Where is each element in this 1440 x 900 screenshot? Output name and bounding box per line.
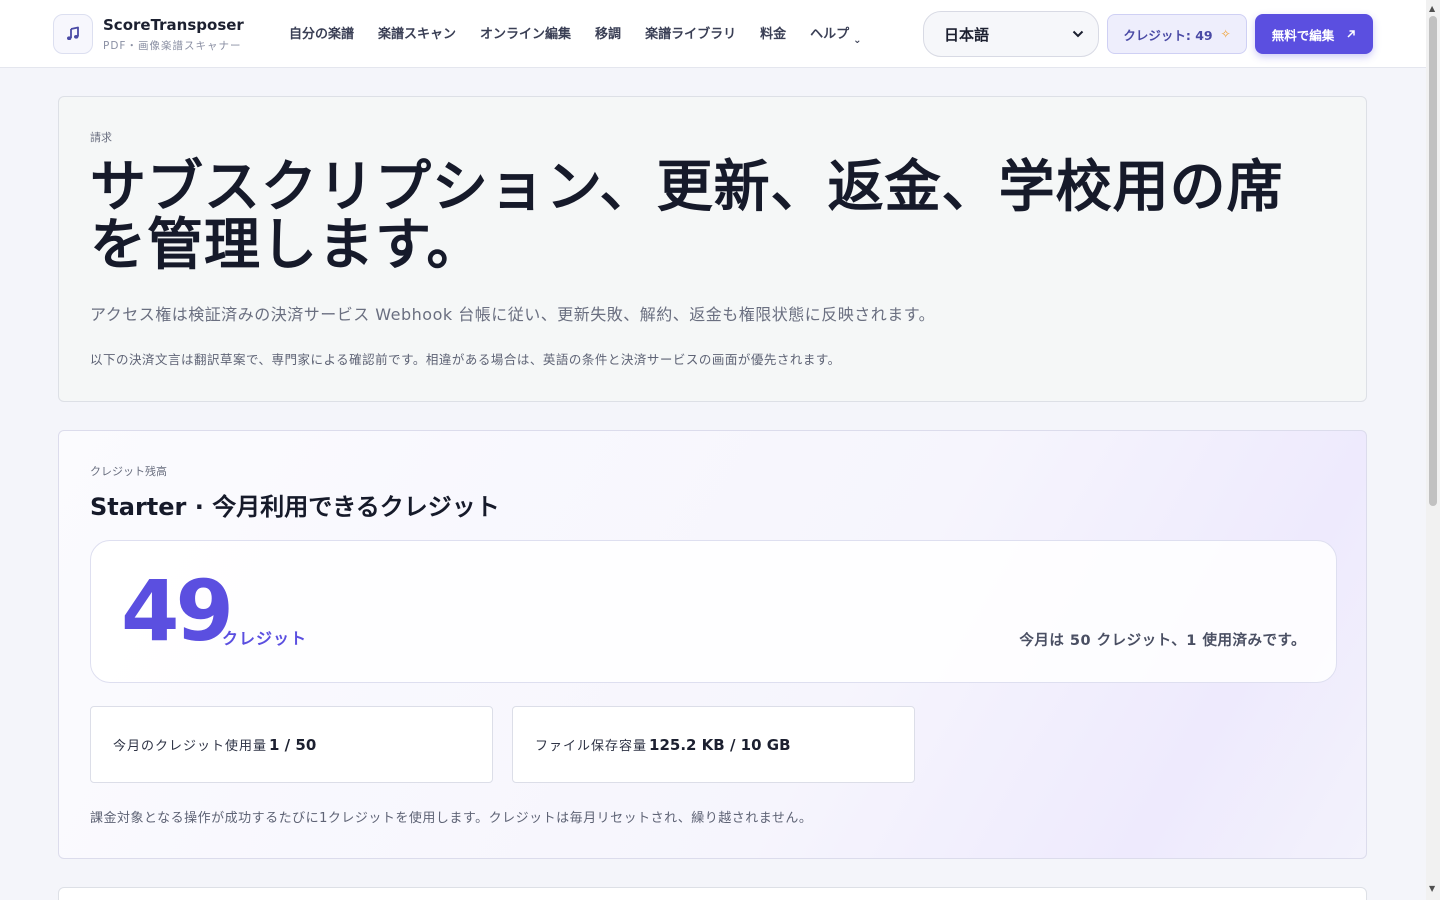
nav-my-scores[interactable]: 自分の楽譜 <box>289 23 354 42</box>
credits-title: Starter · 今月利用できるクレジット <box>90 493 500 521</box>
credits-footer-note: 課金対象となる操作が成功するたびに1クレジットを使用します。クレジットは毎月リセ… <box>90 811 813 826</box>
top-header: ScoreTransposer PDF・画像楽譜スキャナー 自分の楽譜 楽譜スキ… <box>0 0 1426 68</box>
storage-stat: ファイル保存容量 125.2 KB / 10 GB <box>512 706 915 783</box>
balance-unit: クレジット <box>222 629 308 648</box>
main-nav: 自分の楽譜 楽譜スキャン オンライン編集 移調 楽譜ライブラリ 料金 ヘルプ ⌄ <box>289 23 862 46</box>
credits-eyebrow: クレジット残高 <box>90 465 167 478</box>
billing-eyebrow: 請求 <box>90 131 112 144</box>
scrollbar-thumb[interactable] <box>1429 16 1437 506</box>
chevron-down-icon <box>1072 30 1084 38</box>
page-scrollbar[interactable]: ▲ ▼ <box>1426 0 1440 900</box>
translation-note: 以下の決済文言は翻訳草案で、専門家による確認前です。相違がある場合は、英語の条件… <box>90 352 841 367</box>
brand-subtitle: PDF・画像楽譜スキャナー <box>103 40 242 52</box>
free-edit-button[interactable]: 無料で編集 <box>1255 14 1373 54</box>
brand-name[interactable]: ScoreTransposer <box>103 16 244 34</box>
storage-value: 125.2 KB / 10 GB <box>649 735 791 754</box>
chevron-down-icon: ⌄ <box>853 35 862 46</box>
sparkle-icon: ✧ <box>1220 27 1231 41</box>
arrow-up-right-icon <box>1347 30 1355 38</box>
logo[interactable] <box>53 14 93 54</box>
nav-transpose[interactable]: 移調 <box>595 23 621 42</box>
balance-number: 49 <box>121 562 234 660</box>
scroll-up-arrow-icon[interactable]: ▲ <box>1429 4 1435 13</box>
billing-description: アクセス権は検証済みの決済サービス Webhook 台帳に従い、更新失敗、解約、… <box>90 305 936 324</box>
balance-summary: 今月は 50 クレジット、1 使用済みです。 <box>1019 633 1306 649</box>
credit-usage-stat: 今月のクレジット使用量 1 / 50 <box>90 706 493 783</box>
credits-button[interactable]: クレジット: 49 ✧ <box>1107 14 1247 54</box>
credits-label: クレジット: 49 <box>1123 27 1213 43</box>
balance-panel: 49 クレジット 今月は 50 クレジット、1 使用済みです。 <box>90 540 1337 683</box>
billing-hero: 請求 サブスクリプション、更新、返金、学校用の席を管理します。 アクセス権は検証… <box>58 96 1367 402</box>
language-value: 日本語 <box>944 25 990 44</box>
credit-usage-value: 1 / 50 <box>269 735 317 754</box>
page-title: サブスクリプション、更新、返金、学校用の席を管理します。 <box>90 155 1284 278</box>
scroll-down-arrow-icon[interactable]: ▼ <box>1429 884 1435 893</box>
next-section-card <box>58 887 1367 900</box>
music-note-icon <box>67 26 79 40</box>
nav-scan[interactable]: 楽譜スキャン <box>378 23 456 42</box>
nav-help[interactable]: ヘルプ ⌄ <box>810 23 861 46</box>
credit-balance-card: クレジット残高 Starter · 今月利用できるクレジット 49 クレジット … <box>58 430 1367 859</box>
storage-label: ファイル保存容量 <box>535 739 648 754</box>
nav-library[interactable]: 楽譜ライブラリ <box>645 23 736 42</box>
nav-help-label: ヘルプ <box>810 27 850 42</box>
credit-usage-label: 今月のクレジット使用量 <box>113 739 268 754</box>
nav-pricing[interactable]: 料金 <box>760 23 786 42</box>
language-select[interactable]: 日本語 <box>923 11 1099 57</box>
nav-online-edit[interactable]: オンライン編集 <box>480 23 571 42</box>
free-edit-label: 無料で編集 <box>1271 27 1335 43</box>
